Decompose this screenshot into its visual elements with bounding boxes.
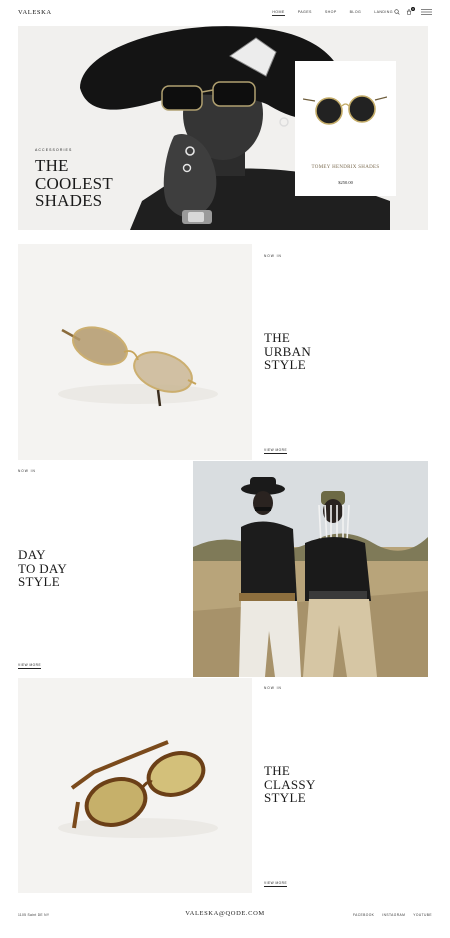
view-more-link[interactable]: VIEW MORE — [18, 663, 42, 669]
section-title: THE CLASSY STYLE — [264, 763, 316, 805]
classy-style-image — [18, 678, 252, 893]
urban-style-image — [18, 244, 252, 460]
nav-home[interactable]: HOME — [272, 10, 285, 16]
site-logo[interactable]: VALESKA — [18, 9, 52, 16]
day-to-day-style-photo — [193, 461, 428, 677]
cart-count-badge: 0 — [411, 7, 415, 11]
nav-landing[interactable]: LANDING — [374, 10, 393, 16]
product-name[interactable]: TOMEY HENDRIX SHADES — [295, 165, 396, 171]
nav-blog[interactable]: BLOG — [350, 10, 362, 16]
view-more-link[interactable]: VIEW MORE — [264, 448, 288, 454]
section-title: DAY TO DAY STYLE — [18, 547, 68, 589]
product-card[interactable]: TOMEY HENDRIX SHADES $250.00 — [295, 61, 396, 196]
section-tag: NOW IN — [264, 254, 282, 258]
view-more-link[interactable]: VIEW MORE — [264, 881, 288, 887]
hero-subtitle: ACCESSORIES — [35, 148, 73, 152]
product-price: $250.00 — [338, 180, 353, 185]
models-field-photo — [193, 461, 428, 677]
tortoise-sunglasses-image — [58, 740, 218, 838]
footer-social-links: FACEBOOK INSTAGRAM YOUTUBE — [353, 913, 432, 917]
social-instagram-link[interactable]: INSTAGRAM — [382, 913, 405, 917]
menu-icon[interactable] — [421, 9, 432, 15]
section-tag: NOW IN — [18, 469, 36, 473]
social-facebook-link[interactable]: FACEBOOK — [353, 913, 374, 917]
social-youtube-link[interactable]: YOUTUBE — [413, 913, 432, 917]
product-sunglasses-image — [303, 95, 387, 125]
hero-banner: ACCESSORIES THE COOLEST SHADES TOMEY HEN… — [18, 26, 428, 230]
search-icon[interactable] — [394, 9, 400, 15]
hero-title: THE COOLEST SHADES — [35, 156, 113, 210]
aviator-sunglasses-image — [58, 326, 218, 407]
section-title: THE URBAN STYLE — [264, 330, 312, 372]
main-nav: HOME PAGES SHOP BLOG LANDING — [272, 10, 393, 16]
nav-shop[interactable]: SHOP — [325, 10, 337, 16]
section-tag: NOW IN — [264, 686, 282, 690]
nav-pages[interactable]: PAGES — [298, 10, 312, 16]
